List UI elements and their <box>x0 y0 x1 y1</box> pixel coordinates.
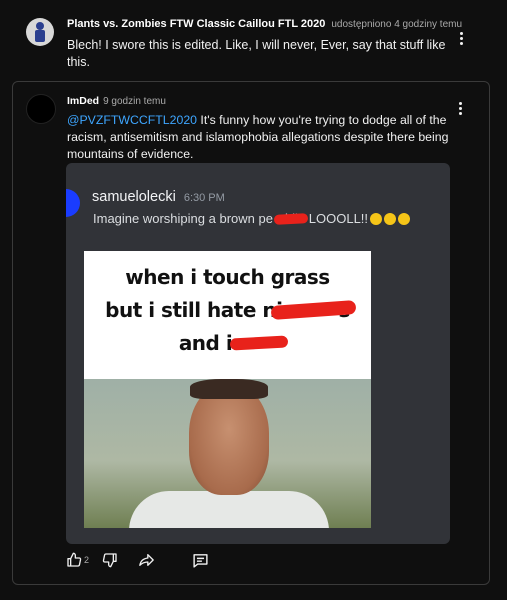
reply-mention[interactable]: @PVZFTWCCFTL2020 <box>67 113 197 127</box>
comment-icon[interactable] <box>192 552 209 569</box>
avatar-figure-head <box>36 22 44 30</box>
photo-face <box>189 385 269 495</box>
discord-username: samuelolecki <box>92 189 176 205</box>
meme-line-3: and i <box>178 331 233 355</box>
rolling-on-floor-laughing-icon <box>370 213 383 225</box>
reply-author-line: ImDed 9 godzin temu <box>67 95 166 107</box>
share-button[interactable] <box>138 552 155 568</box>
embedded-screenshot: samuelolecki 6:30 PM Imagine worshiping a… <box>66 163 450 544</box>
discord-message: Imagine worshiping a brown pe hile LOOOLL… <box>93 211 411 226</box>
reply-thread: ImDed 9 godzin temu @PVZFTWCCFTL2020 It's… <box>12 81 490 585</box>
share-icon[interactable] <box>138 552 155 568</box>
redaction-mark <box>273 213 309 225</box>
discord-header: samuelolecki 6:30 PM <box>92 189 225 205</box>
meme-image: when i touch grass but i still hate nis … <box>84 251 371 528</box>
comment-author[interactable]: Plants vs. Zombies FTW Classic Caillou F… <box>67 18 325 30</box>
thumbs-up-icon[interactable] <box>66 552 82 568</box>
reply-author[interactable]: ImDed <box>67 95 99 107</box>
reply-avatar[interactable] <box>26 94 56 124</box>
comment-author-line: Plants vs. Zombies FTW Classic Caillou F… <box>67 18 462 30</box>
meme-line-1: when i touch grass <box>125 265 330 289</box>
meme-photo <box>84 379 371 528</box>
photo-shirt <box>129 491 329 528</box>
discord-message-start: Imagine worshiping a brown pe <box>93 211 273 226</box>
photo-hair <box>190 379 268 399</box>
reply-button[interactable] <box>192 552 209 569</box>
like-button[interactable]: 2 <box>66 552 89 568</box>
more-vertical-icon[interactable] <box>460 32 464 47</box>
reply-text: @PVZFTWCCFTL2020 It's funny how you're t… <box>67 112 462 163</box>
thumbs-down-icon[interactable] <box>102 552 118 568</box>
like-count: 2 <box>84 555 90 565</box>
discord-avatar <box>66 189 80 217</box>
avatar-figure-body <box>35 30 45 42</box>
dislike-button[interactable] <box>102 552 118 568</box>
more-vertical-icon[interactable] <box>459 102 463 117</box>
rolling-on-floor-laughing-icon <box>398 213 411 225</box>
reply-time[interactable]: 9 godzin temu <box>103 96 166 107</box>
top-comment: Plants vs. Zombies FTW Classic Caillou F… <box>0 0 507 78</box>
discord-time: 6:30 PM <box>183 192 225 204</box>
comment-time[interactable]: udostępniono 4 godziny temu <box>331 19 462 30</box>
avatar[interactable] <box>26 18 54 46</box>
rolling-on-floor-laughing-icon <box>384 213 397 225</box>
comment-text: Blech! I swore this is edited. Like, I w… <box>67 38 446 69</box>
